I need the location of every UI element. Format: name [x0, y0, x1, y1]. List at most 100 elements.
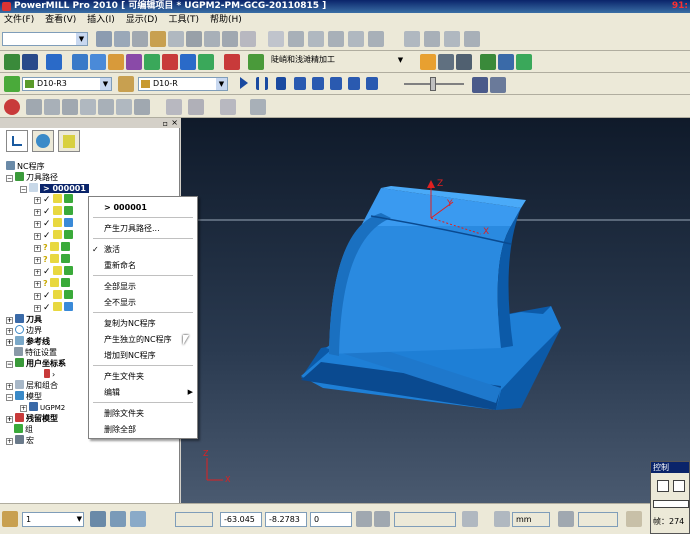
menu-item-generate-toolpath[interactable]: 产生刀具路径... [89, 222, 197, 235]
tool-icon[interactable] [134, 99, 150, 115]
menu-file[interactable]: 文件(F) [0, 15, 38, 25]
fast-forward-icon[interactable] [366, 77, 378, 90]
tool-icon[interactable] [144, 54, 160, 70]
toolpath-row[interactable]: + ✓ [34, 206, 75, 217]
tool-icon[interactable] [166, 99, 182, 115]
tree-item-macros[interactable]: + 宏 [6, 435, 34, 446]
stop-icon[interactable] [4, 99, 20, 115]
snap-icon[interactable] [90, 511, 106, 527]
tool-icon[interactable] [494, 511, 510, 527]
tool-icon[interactable] [186, 31, 202, 47]
eject-icon[interactable] [472, 77, 488, 93]
view-icon[interactable] [464, 31, 480, 47]
tree-item-model-ugpm2[interactable]: + UGPM2 [20, 402, 65, 413]
tool-icon[interactable] [498, 54, 514, 70]
tool-icon[interactable] [462, 511, 478, 527]
new-icon[interactable] [4, 54, 20, 70]
tool-icon[interactable] [220, 99, 236, 115]
tree-item-tools[interactable]: + 刀具 [6, 314, 42, 325]
tree-item-folder-000001[interactable]: − > 000001 [20, 183, 89, 194]
slider-thumb[interactable] [430, 77, 436, 91]
menu-tools[interactable]: 工具(T) [165, 15, 204, 25]
collapse-icon[interactable]: − [20, 186, 27, 193]
pin-icon[interactable]: ▫ [163, 119, 168, 128]
play-icon[interactable] [240, 77, 248, 89]
rewind-icon[interactable] [330, 77, 342, 90]
tool-icon[interactable] [516, 54, 532, 70]
menu-item-delete-folder[interactable]: 删除文件夹 [89, 407, 197, 420]
toolpath-row[interactable]: +? [34, 254, 72, 265]
collapse-icon[interactable]: − [6, 175, 13, 182]
tool-icon[interactable] [44, 99, 60, 115]
tool-icon[interactable] [4, 76, 20, 92]
project-combo[interactable]: ▼ [2, 32, 88, 46]
chevron-down-icon[interactable]: ▼ [100, 78, 111, 90]
tool-icon[interactable] [456, 54, 472, 70]
graphics-viewport[interactable]: Z Y X Z X [181, 118, 690, 503]
toolpath-row[interactable]: + ✓ [34, 230, 75, 241]
layer-combo[interactable]: 1 ▼ [22, 512, 84, 527]
tool-icon[interactable] [222, 31, 238, 47]
menu-insert[interactable]: 插入(I) [83, 15, 119, 25]
tree-item-boundaries[interactable]: + 边界 [6, 325, 42, 336]
tool-icon[interactable] [224, 54, 240, 70]
step-back-icon[interactable] [312, 77, 324, 90]
workplane-icon[interactable] [2, 511, 18, 527]
tree-item-models[interactable]: − 模型 [6, 391, 42, 402]
view-icon[interactable] [444, 31, 460, 47]
snap-icon[interactable] [130, 511, 146, 527]
tool-icon[interactable] [72, 54, 88, 70]
view-icon[interactable] [424, 31, 440, 47]
tool-icon[interactable] [438, 54, 454, 70]
tool-icon[interactable] [480, 54, 496, 70]
menu-item-activate[interactable]: ✓ 激活 [89, 243, 197, 256]
control-button[interactable] [673, 480, 685, 492]
coord-y-field[interactable]: -8.2783 [265, 512, 307, 527]
tree-item-nc-programs[interactable]: NC程序 [6, 161, 45, 172]
menu-item-edit[interactable]: 编辑 ▶ [89, 386, 197, 399]
tab-recycle[interactable] [58, 130, 80, 152]
chevron-down-icon[interactable]: ▼ [76, 33, 87, 45]
tool-icon[interactable] [132, 31, 148, 47]
control-button[interactable] [657, 480, 669, 492]
tool-icon[interactable] [62, 99, 78, 115]
holder-combo[interactable]: D10-R ▼ [138, 77, 228, 91]
menu-item-create-folder[interactable]: 产生文件夹 [89, 370, 197, 383]
toolpath-row[interactable]: + ✓ [34, 302, 75, 313]
tool-icon[interactable] [490, 77, 506, 93]
menu-item-copy-as-nc[interactable]: 复制为NC程序 [89, 317, 197, 330]
menu-item-rename[interactable]: 重新命名 [89, 259, 197, 272]
tool-icon[interactable] [420, 54, 436, 70]
tool-icon[interactable] [250, 99, 266, 115]
tree-item-feature-sets[interactable]: 特征设置 [14, 347, 57, 358]
tree-item-workplane-child[interactable]: › [44, 369, 55, 380]
holder-icon[interactable] [118, 76, 134, 92]
tool-icon[interactable] [96, 31, 112, 47]
strategy-combo[interactable]: 陡峭和浅滩精加工 ▼ [268, 54, 406, 68]
toolpath-row[interactable]: +? [34, 242, 72, 253]
chevron-down-icon[interactable]: ▼ [395, 54, 406, 66]
view-icon[interactable] [368, 31, 384, 47]
tool-icon[interactable] [114, 31, 130, 47]
tool-icon[interactable] [98, 99, 114, 115]
coord-z-field[interactable]: 0 [310, 512, 352, 527]
menu-item-add-to-nc[interactable]: 增加到NC程序 [89, 349, 197, 362]
tool-icon[interactable] [188, 99, 204, 115]
save-icon[interactable] [22, 54, 38, 70]
menu-item-delete-all[interactable]: 删除全部 [89, 423, 197, 436]
tool-icon[interactable] [198, 54, 214, 70]
menu-item-create-individual-nc[interactable]: 产生独立的NC程序 [89, 333, 197, 346]
toolpath-row[interactable]: + ✓ [34, 218, 75, 229]
pause-icon[interactable] [256, 77, 268, 90]
rewind-start-icon[interactable] [348, 77, 360, 90]
view-icon[interactable] [268, 31, 284, 47]
strategy-icon[interactable] [248, 54, 264, 70]
tool-icon[interactable] [168, 31, 184, 47]
tree-item-levels[interactable]: + 层和组合 [6, 380, 58, 391]
tool-icon[interactable] [80, 99, 96, 115]
tool-icon[interactable] [356, 511, 372, 527]
tool-icon[interactable] [116, 99, 132, 115]
block-icon[interactable] [46, 54, 62, 70]
tool-icon[interactable] [126, 54, 142, 70]
toolpath-row[interactable]: + ✓ [34, 290, 75, 301]
